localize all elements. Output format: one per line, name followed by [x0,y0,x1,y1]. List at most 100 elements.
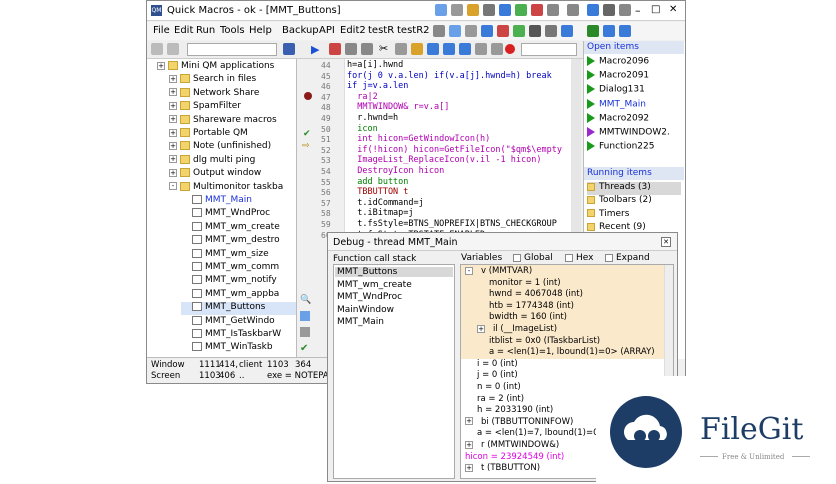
tree-item[interactable]: MMT_wm_destro [181,235,280,248]
code-line[interactable]: add button [347,177,408,187]
code-line[interactable]: h=a[i].hwnd [347,60,403,70]
variable-row[interactable]: + t (TBBUTTON) [465,463,540,473]
toolbar-icon[interactable] [300,311,310,321]
tree-item[interactable]: + Shareware macros [169,114,277,128]
code-line[interactable]: DestroyIcon hicon [347,166,444,176]
variable-row[interactable]: + bi (TBBUTTONINFOW) [465,417,573,427]
variable-row[interactable]: ra = 2 (int) [477,394,524,404]
toolbar-icon[interactable] [587,4,599,16]
code-line[interactable]: r.hwnd=h [347,113,398,123]
run-icon[interactable]: ▶ [311,43,319,56]
toolbar-icon[interactable] [567,4,579,16]
close-icon[interactable]: ✕ [661,237,671,247]
stack-frame[interactable]: MMT_wm_create [337,280,412,290]
expand-toggle-icon[interactable]: + [465,463,473,472]
open-item[interactable]: Macro2091 [587,70,649,83]
tree-item[interactable]: MMT_Main [181,195,252,208]
toolbar-icon[interactable] [465,25,477,37]
code-line[interactable]: MMTWINDOW& r=v.a[] [347,102,449,112]
search-input[interactable] [187,43,277,56]
open-item[interactable]: Macro2092 [587,112,649,126]
open-item[interactable]: Dialog131 [587,84,645,97]
tree-item[interactable]: MMT_wm_size [181,248,269,262]
expand-toggle-icon[interactable]: + [465,440,473,449]
code-line[interactable]: if(!hicon) hicon=GetFileIcon("$qm$\empty [347,145,562,155]
expand-toggle-icon[interactable]: - [169,182,177,191]
variable-row[interactable]: a = <len(1)=1, lbound(1)=0> (ARRAY) [489,347,655,357]
tree-item[interactable]: MMT_GetWindo [181,315,275,329]
tree-item[interactable]: MMT_wm_create [181,221,280,235]
menu-edit[interactable]: Edit [174,25,193,36]
variable-row[interactable]: + il (__ImageList) [477,324,557,334]
toolbar-icon[interactable] [587,25,599,37]
toolbar-icon[interactable] [427,43,439,55]
undo-icon[interactable] [345,43,357,55]
copy-icon[interactable] [395,43,407,55]
toolbar-icon[interactable] [497,25,509,37]
expand-toggle-icon[interactable]: + [169,88,177,97]
tree-item[interactable]: MMT_IsTaskbarW [181,329,281,342]
expand-toggle-icon[interactable]: + [477,324,485,333]
paste-icon[interactable] [411,43,423,55]
code-line[interactable]: t.fsStyle=BTNS_NOPREFIX|BTNS_CHECKGROUP [347,219,557,229]
stack-frame[interactable]: MMT_WndProc [337,292,402,302]
tree-item[interactable]: + Search in files [169,74,256,87]
variable-row[interactable]: hwnd = 4067048 (int) [489,289,583,299]
stack-frame[interactable]: MMT_Buttons [335,267,453,277]
toolbar-icon[interactable] [499,4,511,16]
variable-row[interactable]: n = 0 (int) [477,382,521,392]
expand-toggle-icon[interactable]: + [169,74,177,83]
toolbar-icon[interactable] [619,25,631,37]
toolbar-icon[interactable] [475,43,487,55]
new-dropdown-icon[interactable] [167,43,179,55]
menu-api[interactable]: API [319,25,335,36]
expand-toggle-icon[interactable]: - [465,266,473,275]
variable-row[interactable]: h = 2033190 (int) [477,405,553,415]
editor-gutter[interactable]: ✔ ⇨ [299,59,319,239]
menu-help[interactable]: Help [249,25,272,36]
stack-frame[interactable]: MainWindow [337,305,394,315]
code-line[interactable]: for(j 0 v.a.len) if(v.a[j].hwnd=h) break [347,71,552,81]
menu-file[interactable]: File [153,25,170,36]
save-icon[interactable] [283,43,295,55]
menu-tools[interactable]: Tools [220,25,245,36]
variable-row[interactable]: hicon = 23924549 (int) [465,452,564,462]
tree-item[interactable]: - Multimonitor taskba [169,181,283,195]
cut-icon[interactable]: ✂ [379,42,388,55]
tree-item[interactable]: + dlg multi ping [169,154,255,168]
stack-frame[interactable]: MMT_Main [337,317,384,327]
menu-run[interactable]: Run [196,25,215,36]
toolbar-icon[interactable] [545,25,557,37]
open-item[interactable]: MMTWINDOW2. [587,127,670,140]
breakpoint-icon[interactable] [505,44,515,54]
minimize-icon[interactable]: – [635,4,641,17]
running-item[interactable]: Timers [587,209,629,222]
redo-icon[interactable] [361,43,373,55]
new-icon[interactable] [151,43,163,55]
toolbar-combo[interactable] [521,43,577,56]
code-line[interactable]: TBBUTTON t [347,187,408,197]
toolbar-icon[interactable] [459,43,471,55]
code-line[interactable]: icon [347,124,377,134]
tree-item[interactable]: MMT_wm_appba [181,288,279,302]
menu-testr2[interactable]: testR2 [397,25,430,36]
variable-row[interactable]: + r (MMTWINDOW&) [465,440,559,450]
expand-toggle-icon[interactable]: + [169,128,177,137]
toolbar-icon[interactable] [435,4,447,16]
tree-item[interactable]: MMT_Buttons [181,302,296,316]
toolbar-icon[interactable] [547,4,559,16]
toolbar-icon[interactable] [513,25,525,37]
menu-edit2[interactable]: Edit2 [340,25,366,36]
expand-checkbox[interactable]: Expand [605,253,650,263]
hex-checkbox[interactable]: Hex [565,253,593,263]
expand-toggle-icon[interactable]: + [465,417,473,426]
code-line[interactable]: ImageList_ReplaceIcon(v.il -1 hicon) [347,155,541,165]
open-item[interactable]: MMT_Main [587,98,646,112]
variable-row[interactable]: j = 0 (int) [477,370,518,380]
code-line[interactable]: t.idCommand=j [347,198,424,208]
tree-item[interactable]: + Output window [169,168,261,181]
stop-icon[interactable] [329,43,341,55]
tree-item[interactable]: + Portable QM [169,128,248,141]
toolbar-icon[interactable] [449,25,461,37]
close-icon[interactable]: ✕ [669,4,677,15]
